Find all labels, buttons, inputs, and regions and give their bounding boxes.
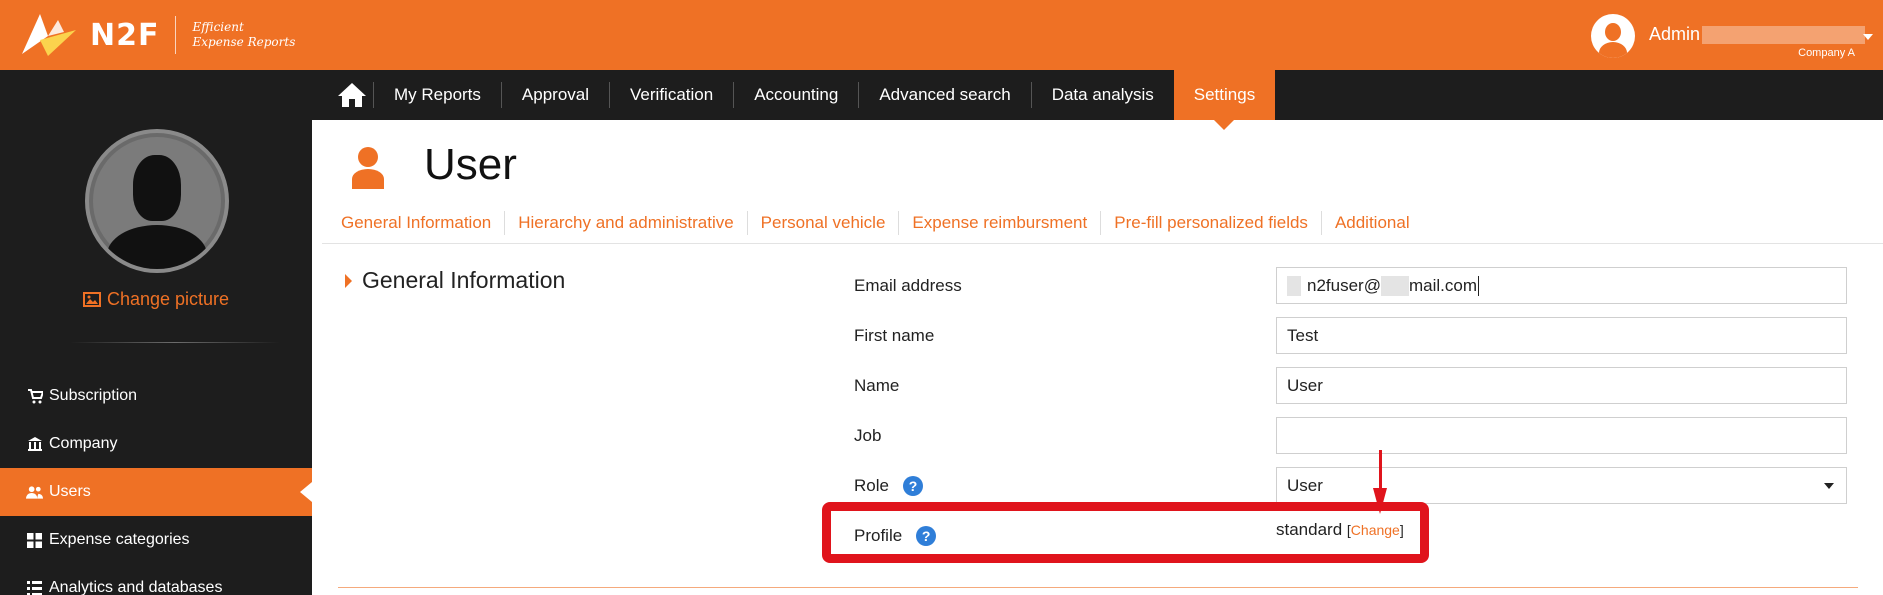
page-header: User (350, 140, 517, 190)
profile-picture[interactable] (85, 129, 229, 273)
name-field[interactable]: User (1276, 367, 1847, 404)
main-nav: My Reports Approval Verification Account… (331, 70, 1276, 130)
section-title: General Information (362, 267, 566, 293)
sidebar-item-expense-categories[interactable]: Expense categories (0, 516, 312, 564)
nav-verification[interactable]: Verification (610, 70, 733, 120)
sidebar-item-users[interactable]: Users (0, 468, 312, 516)
redacted-text (1287, 275, 1301, 296)
change-picture-label: Change picture (106, 289, 230, 309)
section-bottom-divider (338, 587, 1858, 588)
sidebar-item-label: Analytics and databases (49, 579, 223, 595)
nav-label: Advanced search (879, 85, 1011, 104)
nav-label: Accounting (754, 85, 839, 104)
role-select[interactable]: User (1276, 467, 1847, 504)
user-menu[interactable]: Admin Company A (1591, 14, 1873, 59)
image-icon (82, 292, 101, 307)
first-name-field[interactable]: Test (1276, 317, 1847, 354)
nav-label: My Reports (394, 85, 481, 104)
role-row: Role ? User (854, 467, 1854, 505)
nav-approval[interactable]: Approval (502, 70, 609, 120)
highlight-box (822, 502, 1429, 563)
nav-label: Settings (1193, 85, 1256, 104)
sidebar-item-label: Expense categories (49, 531, 190, 548)
app-logo[interactable]: N2F Efficient Expense Reports (18, 8, 295, 62)
sidebar-item-analytics-and-databases[interactable]: Analytics and databases (0, 564, 312, 595)
email-label: Email address (854, 276, 962, 295)
page-title: User (424, 140, 517, 189)
cart-icon (26, 388, 43, 405)
home-icon (338, 83, 366, 107)
tab-general-information[interactable]: General Information (341, 213, 504, 233)
logo-tagline: Efficient Expense Reports (192, 20, 295, 50)
sidebar-item-company[interactable]: Company (0, 420, 312, 468)
redacted-text (1380, 275, 1409, 296)
name-label: Name (854, 376, 900, 395)
logo-text: N2F (90, 17, 160, 53)
user-icon (350, 141, 386, 189)
nav-label: Data analysis (1051, 85, 1154, 104)
first-name-value: Test (1287, 325, 1319, 345)
sidebar-item-subscription[interactable]: Subscription (0, 372, 312, 420)
user-company: Company A (1798, 47, 1855, 59)
tagline-line-2: Expense Reports (192, 35, 296, 49)
nav-settings[interactable]: Settings (1173, 70, 1276, 130)
name-row: Name User (854, 367, 1854, 405)
user-avatar-icon[interactable] (1591, 14, 1635, 58)
role-label: Role ? (854, 476, 923, 496)
text-cursor (1477, 275, 1479, 296)
main-nav-bar: My Reports Approval Verification Account… (0, 70, 1883, 130)
user-meta[interactable]: Admin Company A (1649, 14, 1873, 59)
tab-personal-vehicle[interactable]: Personal vehicle (748, 213, 899, 233)
logo-separator (175, 16, 177, 54)
email-row: Email address n2fuser@ mail.com (854, 267, 1854, 305)
users-icon (26, 484, 43, 501)
user-name: Admin (1649, 24, 1701, 44)
tab-additional[interactable]: Additional (1322, 213, 1423, 233)
job-field[interactable] (1276, 417, 1847, 454)
sidebar-item-label: Company (49, 435, 118, 452)
nav-home[interactable] (331, 70, 373, 120)
caret-right-icon (345, 273, 352, 288)
top-bar: N2F Efficient Expense Reports Admin Comp… (0, 0, 1883, 70)
job-label: Job (854, 426, 882, 445)
name-value: User (1287, 375, 1323, 395)
change-picture-link[interactable]: Change picture (0, 289, 312, 310)
nav-advanced-search[interactable]: Advanced search (859, 70, 1030, 120)
tabs-divider (322, 243, 1883, 244)
first-name-row: First name Test (854, 317, 1854, 355)
role-value: User (1287, 475, 1323, 495)
sidebar-item-label: Subscription (49, 387, 138, 404)
email-value-part-1: n2fuser@ (1307, 275, 1381, 295)
grid-icon (26, 532, 43, 549)
tab-pre-fill-personalized-fields[interactable]: Pre-fill personalized fields (1101, 213, 1321, 233)
nav-my-reports[interactable]: My Reports (374, 70, 501, 120)
redacted-user-name (1702, 25, 1865, 44)
section-general-information[interactable]: General Information (345, 267, 565, 294)
sidebar-divider (70, 342, 280, 343)
nav-label: Approval (521, 85, 590, 104)
list-icon (26, 580, 43, 595)
chevron-down-icon[interactable] (1863, 34, 1873, 40)
tab-hierarchy-and-administrative[interactable]: Hierarchy and administrative (505, 213, 746, 233)
nav-label: Verification (630, 85, 714, 104)
tab-expense-reimbursment[interactable]: Expense reimbursment (899, 213, 1100, 233)
sidebar-item-label: Users (49, 483, 91, 500)
job-row: Job (854, 417, 1854, 455)
annotation-arrow-icon (1373, 450, 1387, 514)
logo-mark-icon (18, 10, 78, 60)
sidebar-menu: Subscription Company Users Expense categ… (0, 372, 312, 595)
tagline-line-1: Efficient (192, 20, 244, 34)
nav-data-analysis[interactable]: Data analysis (1032, 70, 1174, 120)
bank-icon (26, 436, 43, 453)
email-value-part-2: mail.com (1408, 275, 1477, 295)
email-field[interactable]: n2fuser@ mail.com (1276, 267, 1847, 304)
chevron-down-icon (1824, 483, 1834, 489)
help-icon[interactable]: ? (902, 476, 923, 496)
first-name-label: First name (854, 326, 935, 345)
user-tabs: General Information Hierarchy and admini… (341, 211, 1423, 235)
nav-accounting[interactable]: Accounting (734, 70, 858, 120)
sidebar: Change picture Subscription Company User… (0, 120, 312, 595)
